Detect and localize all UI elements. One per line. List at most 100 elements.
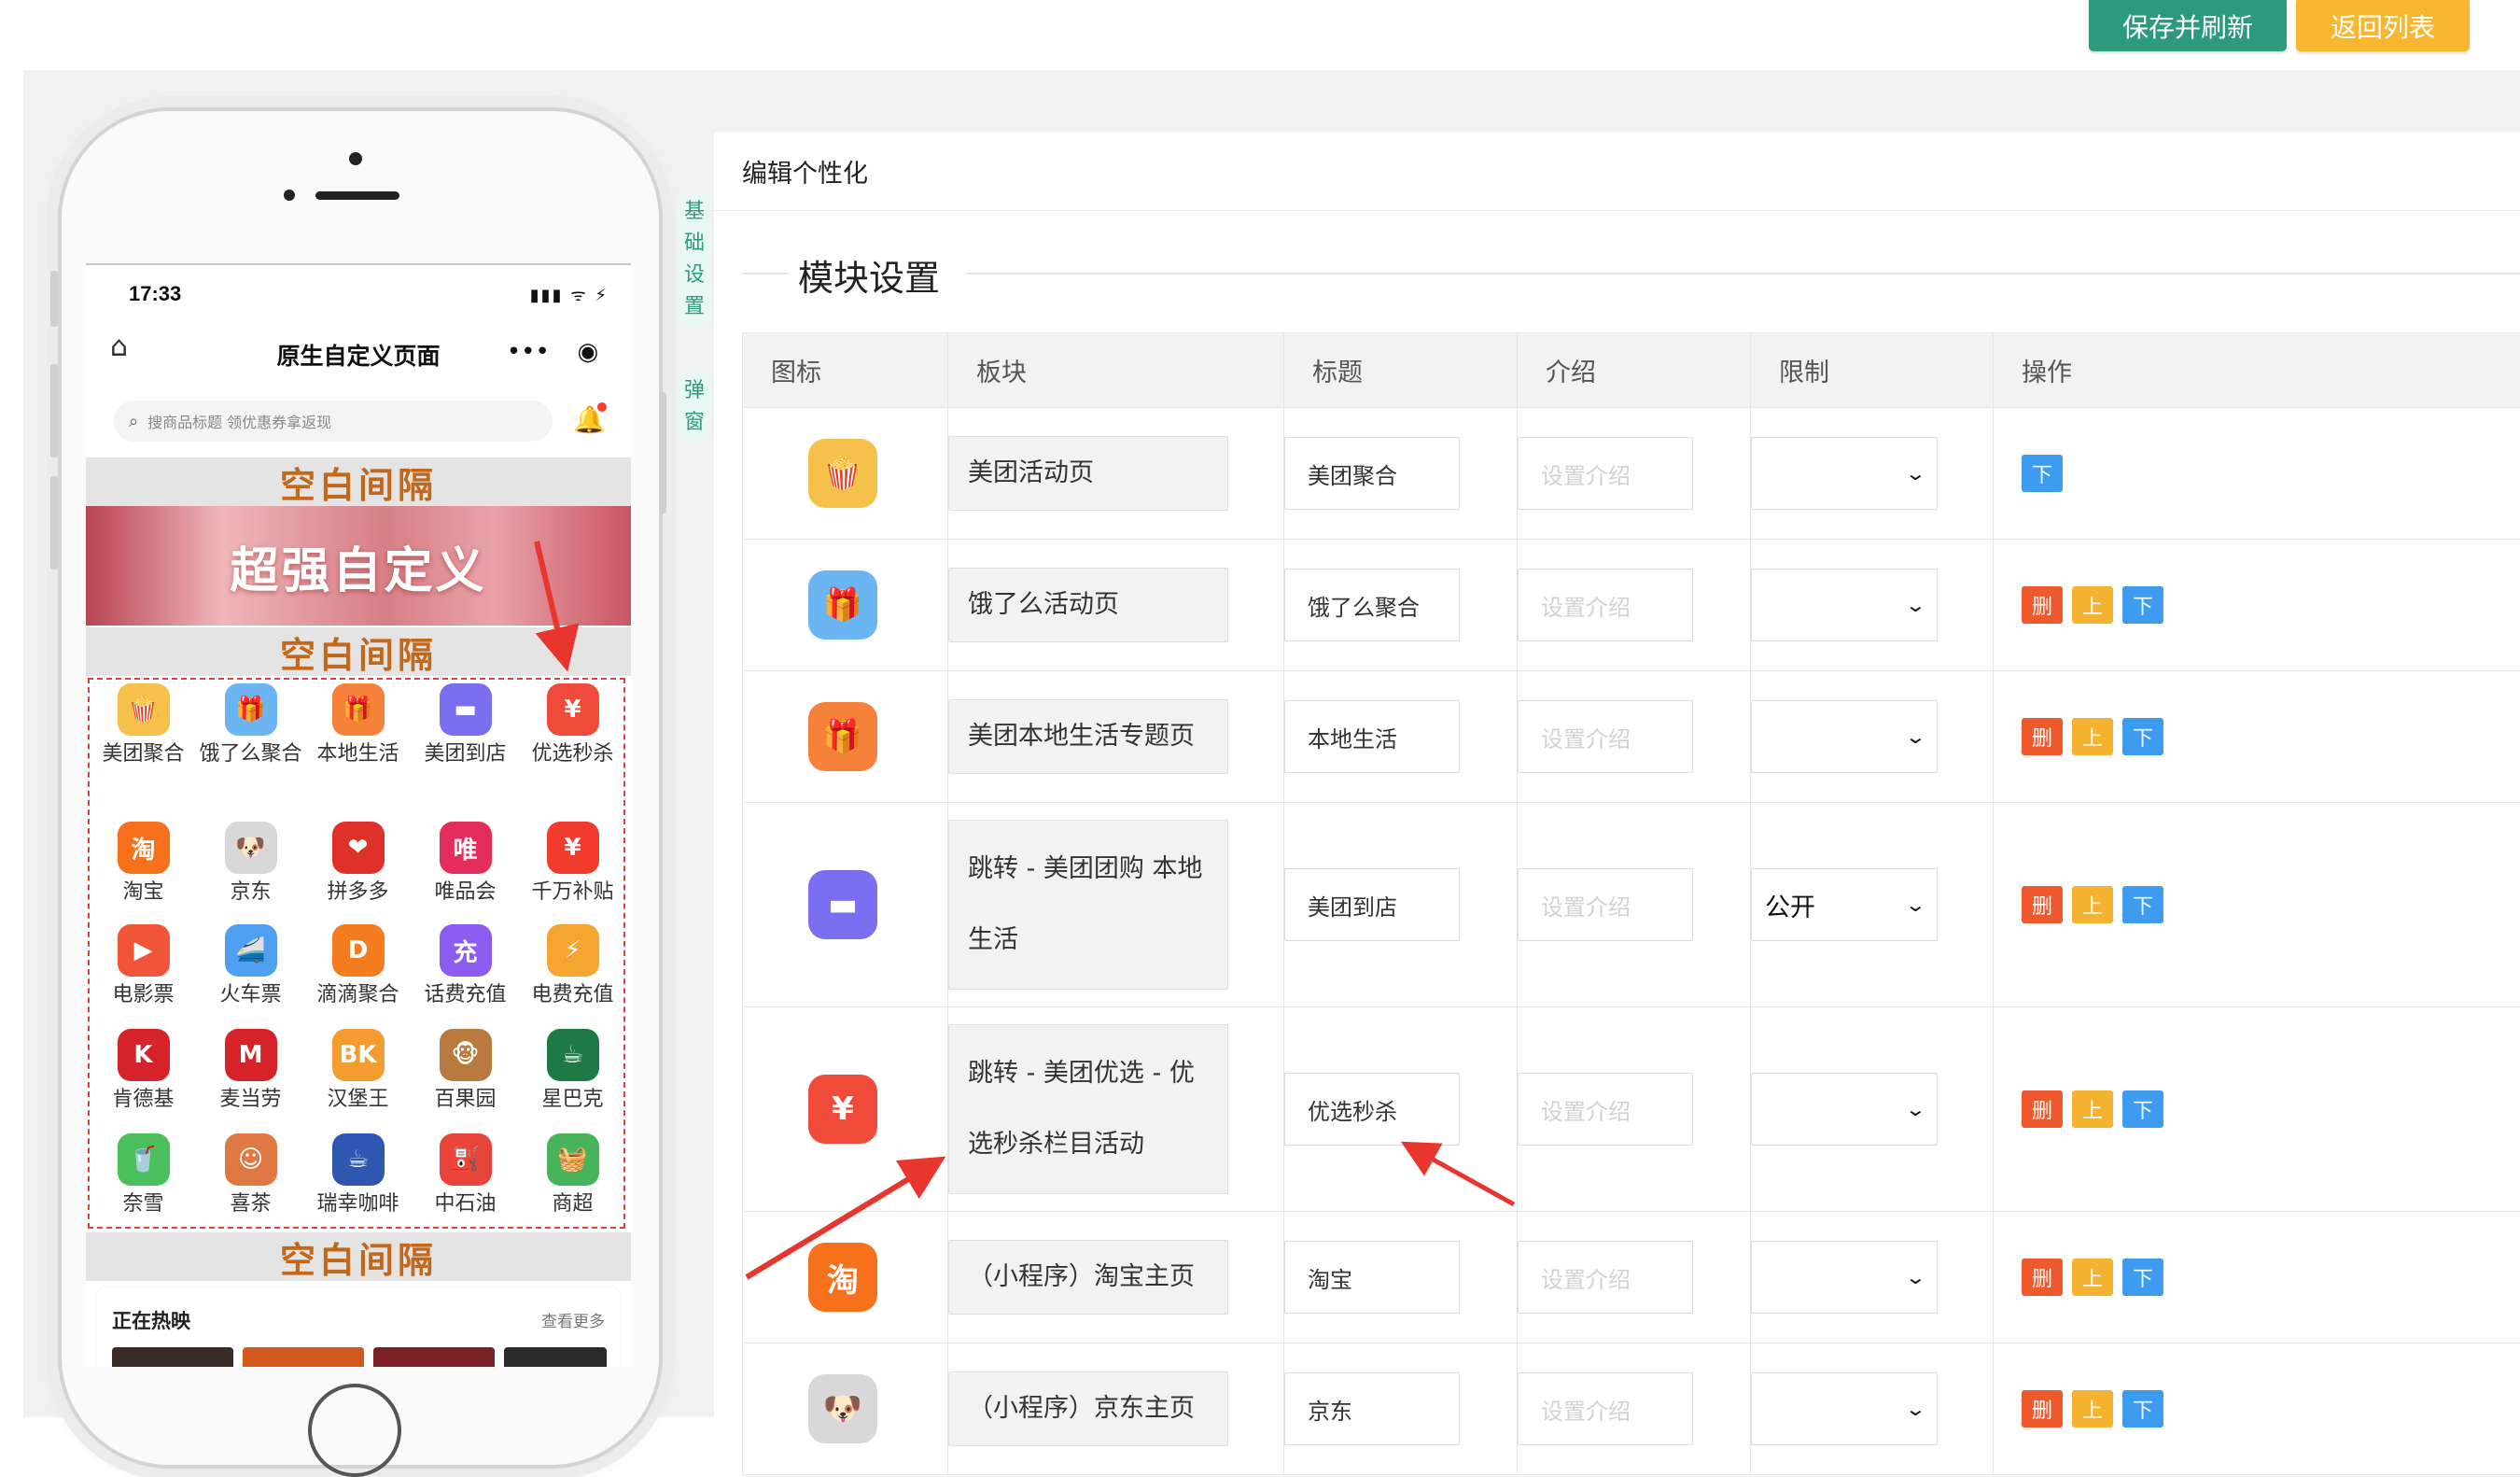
delete-button[interactable]: 删 (2022, 1390, 2063, 1428)
close-target-icon[interactable]: ◉ (577, 338, 598, 366)
grid-item[interactable]: 🚄火车票 (197, 924, 304, 1008)
grid-item-label: 奈雪 (91, 1191, 196, 1217)
grid-item[interactable]: K肯德基 (90, 1029, 197, 1113)
delete-button[interactable]: 删 (2022, 886, 2063, 923)
intro-input[interactable]: 设置介绍 (1518, 1073, 1693, 1146)
title-input[interactable]: 优选秒杀 (1284, 1073, 1460, 1146)
jd-dog-icon: 🐶 (225, 822, 277, 874)
movie-poster[interactable] (243, 1347, 364, 1367)
grid-item[interactable]: 🧺商超 (519, 1133, 626, 1217)
grid-item[interactable]: ¥优选秒杀 (519, 683, 626, 767)
search-input[interactable]: ⌕ 搜商品标题 领优惠券拿返现 (114, 401, 553, 442)
grid-item[interactable]: ⚡电费充值 (519, 924, 626, 1008)
up-button[interactable]: 上 (2072, 718, 2113, 755)
grid-item[interactable]: ⛽中石油 (412, 1133, 519, 1217)
grid-item[interactable]: 淘淘宝 (90, 822, 197, 906)
down-button[interactable]: 下 (2122, 886, 2163, 923)
grid-item[interactable]: M麦当劳 (197, 1029, 304, 1113)
grid-item[interactable]: 🥤奈雪 (90, 1133, 197, 1217)
title-input[interactable]: 本地生活 (1284, 700, 1460, 773)
grid-item[interactable]: 充话费充值 (412, 924, 519, 1008)
down-button[interactable]: 下 (2122, 1390, 2163, 1428)
title-input[interactable]: 饿了么聚合 (1284, 569, 1460, 641)
grid-item[interactable]: 🎁饿了么聚合 (197, 683, 304, 767)
intro-input[interactable]: 设置介绍 (1518, 437, 1693, 510)
capsule-menu[interactable]: ••• ◉ (493, 329, 612, 375)
grid-item[interactable]: ☺喜茶 (197, 1133, 304, 1217)
more-icon[interactable]: ••• (507, 338, 550, 366)
grid-item[interactable]: ☕星巴克 (519, 1029, 626, 1113)
delete-button[interactable]: 删 (2022, 718, 2063, 755)
chevron-down-icon: ⌄ (1905, 725, 1926, 748)
intro-cell: 设置介绍 (1518, 540, 1751, 671)
limit-cell: ⌄ (1751, 671, 1994, 803)
lucky-bag-icon: ¥ (808, 1075, 877, 1144)
limit-select[interactable]: ⌄ (1751, 1073, 1938, 1146)
grid-item[interactable]: 🐶京东 (197, 822, 304, 906)
grid-row: K肯德基M麦当劳BK汉堡王🐵百果园☕星巴克 (90, 1029, 627, 1113)
up-button[interactable]: 上 (2072, 886, 2113, 923)
title-input[interactable]: 淘宝 (1284, 1241, 1460, 1314)
limit-select[interactable]: ⌄ (1751, 1241, 1938, 1314)
movie-poster[interactable] (112, 1347, 233, 1367)
up-button[interactable]: 上 (2072, 586, 2113, 624)
up-button[interactable]: 上 (2072, 1090, 2113, 1128)
grid-item[interactable]: ❤拼多多 (304, 822, 412, 906)
intro-input[interactable]: 设置介绍 (1518, 700, 1693, 773)
chevron-down-icon: ⌄ (1905, 462, 1926, 485)
intro-input[interactable]: 设置介绍 (1518, 868, 1693, 941)
limit-select[interactable]: ⌄ (1751, 700, 1938, 773)
up-button[interactable]: 上 (2072, 1390, 2113, 1428)
delete-button[interactable]: 删 (2022, 1090, 2063, 1128)
now-showing-card: 正在热映 查看更多 (97, 1287, 620, 1367)
down-button[interactable]: 下 (2122, 586, 2163, 624)
panel-heading: 编辑个性化 (714, 133, 2520, 211)
ops-cell: 删上下 (1994, 803, 2520, 1007)
down-button[interactable]: 下 (2022, 455, 2063, 492)
grid-item[interactable]: ▶电影票 (90, 924, 197, 1008)
tab-basic-settings[interactable]: 基础设置 (678, 194, 711, 325)
down-button[interactable]: 下 (2122, 1090, 2163, 1128)
up-button[interactable]: 上 (2072, 1259, 2113, 1296)
intro-input[interactable]: 设置介绍 (1518, 569, 1693, 641)
limit-select[interactable]: ⌄ (1751, 1372, 1938, 1445)
luckin-icon: ☕ (332, 1133, 385, 1186)
movie-poster[interactable] (373, 1347, 495, 1367)
grid-item[interactable]: 🐵百果园 (412, 1029, 519, 1113)
delete-button[interactable]: 删 (2022, 586, 2063, 624)
back-to-list-button[interactable]: 返回列表 (2296, 0, 2470, 51)
phone-speaker (315, 191, 399, 200)
grid-item[interactable]: 🍿美团聚合 (90, 683, 197, 767)
limit-select[interactable]: ⌄ (1751, 569, 1938, 641)
taobao-icon: 淘 (808, 1243, 877, 1312)
see-more-link[interactable]: 查看更多 (541, 1308, 605, 1331)
title-input[interactable]: 美团到店 (1284, 868, 1460, 941)
grid-item[interactable]: 🎁本地生活 (304, 683, 412, 767)
grid-row: 🥤奈雪☺喜茶☕瑞幸咖啡⛽中石油🧺商超 (90, 1133, 627, 1217)
mini-nav-bar: ⌂ 原生自定义页面 ••• ◉ (86, 321, 631, 387)
limit-select[interactable]: 公开⌄ (1751, 868, 1938, 941)
grid-item[interactable]: 唯唯品会 (412, 822, 519, 906)
grid-item[interactable]: ¥千万补贴 (519, 822, 626, 906)
grid-item[interactable]: D滴滴聚合 (304, 924, 412, 1008)
down-button[interactable]: 下 (2122, 718, 2163, 755)
down-button[interactable]: 下 (2122, 1259, 2163, 1296)
phone-screen: 17:33 ▮▮▮ ᯤ ⚡ ⌂ 原生自定义页面 ••• ◉ ⌕ 搜商品标题 领优… (86, 263, 631, 1367)
grid-item[interactable]: ▬美团到店 (412, 683, 519, 767)
grid-item[interactable]: ☕瑞幸咖啡 (304, 1133, 412, 1217)
intro-input[interactable]: 设置介绍 (1518, 1241, 1693, 1314)
movie-poster[interactable] (504, 1347, 607, 1367)
title-input[interactable]: 京东 (1284, 1372, 1460, 1445)
tab-popup[interactable]: 弹窗 (678, 372, 711, 443)
grid-item[interactable]: BK汉堡王 (304, 1029, 412, 1113)
title-input[interactable]: 美团聚合 (1284, 437, 1460, 510)
save-and-refresh-button[interactable]: 保存并刷新 (2089, 0, 2287, 51)
limit-select[interactable]: ⌄ (1751, 437, 1938, 510)
banner[interactable]: 超强自定义 (86, 506, 631, 626)
spacer-block: 空白间隔 (86, 1232, 631, 1281)
intro-input[interactable]: 设置介绍 (1518, 1372, 1693, 1445)
delete-button[interactable]: 删 (2022, 1259, 2063, 1296)
table-row: 🎁美团本地生活专题页本地生活设置介绍⌄删上下 (743, 671, 2520, 803)
intro-cell: 设置介绍 (1518, 1343, 1751, 1475)
icon-grid: 🍿美团聚合🎁饿了么聚合🎁本地生活▬美团到店¥优选秒杀淘淘宝🐶京东❤拼多多唯唯品会… (88, 678, 625, 1229)
